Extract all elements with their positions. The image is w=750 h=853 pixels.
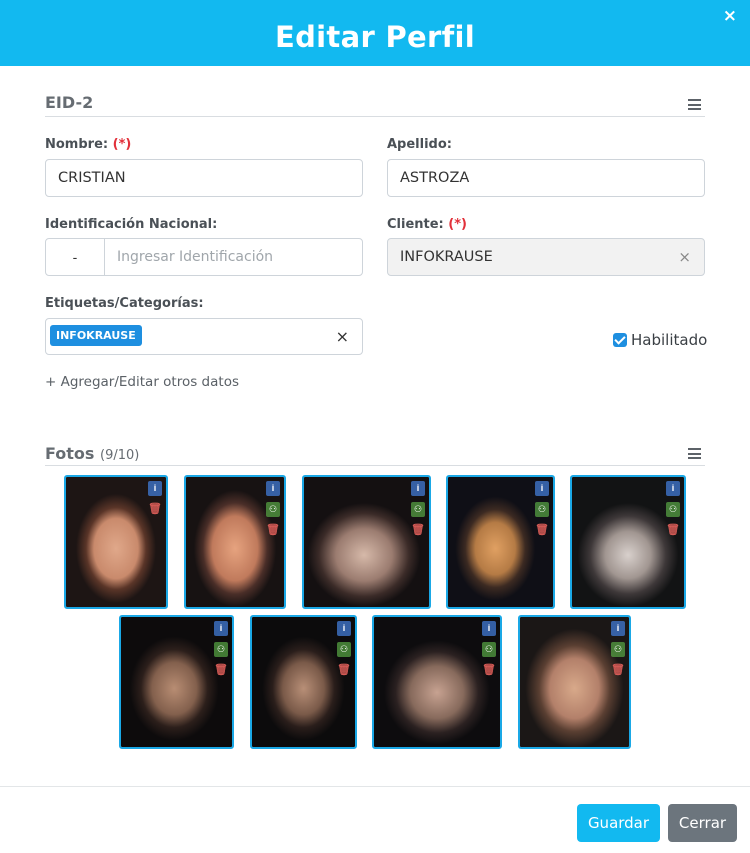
user-icon[interactable]: ⚇ — [266, 502, 280, 517]
tag-chip[interactable]: INFOKRAUSE — [50, 325, 142, 346]
trash-icon[interactable]: 🗑 — [411, 523, 425, 538]
cliente-value: INFOKRAUSE — [400, 249, 493, 265]
identificacion-group: - — [45, 238, 363, 276]
apellido-label: Apellido: — [387, 137, 452, 152]
habilitado-label: Habilitado — [631, 331, 708, 349]
photo-1[interactable]: i 🗑 — [64, 475, 168, 609]
info-icon[interactable]: i — [411, 481, 425, 496]
user-icon[interactable]: ⚇ — [611, 642, 625, 657]
info-icon[interactable]: i — [482, 621, 496, 636]
photos-count: (9/10) — [100, 448, 140, 463]
modal-header: Editar Perfil × — [0, 0, 750, 66]
etiquetas-field[interactable]: INFOKRAUSE × — [45, 318, 363, 355]
user-icon[interactable]: ⚇ — [214, 642, 228, 657]
trash-icon[interactable]: 🗑 — [214, 663, 228, 678]
user-icon[interactable]: ⚇ — [482, 642, 496, 657]
save-button[interactable]: Guardar — [577, 804, 660, 842]
add-edit-data-link[interactable]: + Agregar/Editar otros datos — [45, 374, 239, 390]
checkbox-checked-icon — [613, 333, 627, 347]
user-icon[interactable]: ⚇ — [337, 642, 351, 657]
modal-footer: Guardar Cerrar — [0, 786, 750, 853]
cliente-select[interactable]: INFOKRAUSE × — [387, 238, 705, 276]
trash-icon[interactable]: 🗑 — [611, 663, 625, 678]
info-icon[interactable]: i — [611, 621, 625, 636]
clear-icon[interactable]: × — [678, 239, 691, 275]
profile-section-header: EID-2 — [45, 92, 705, 117]
info-icon[interactable]: i — [535, 481, 549, 496]
apellido-field[interactable]: ASTROZA — [387, 159, 705, 197]
trash-icon[interactable]: 🗑 — [148, 502, 162, 517]
photo-2[interactable]: i ⚇ 🗑 — [184, 475, 286, 609]
nombre-field[interactable]: CRISTIAN — [45, 159, 363, 197]
etiquetas-label: Etiquetas/Categorías: — [45, 296, 204, 311]
identificacion-input[interactable] — [105, 239, 362, 275]
modal-title: Editar Perfil — [275, 20, 475, 54]
identificacion-label: Identificación Nacional: — [45, 217, 218, 232]
photo-3[interactable]: i ⚇ 🗑 — [302, 475, 431, 609]
profile-section-title: EID-2 — [45, 93, 94, 112]
hamburger-icon[interactable] — [688, 448, 701, 459]
user-icon[interactable]: ⚇ — [535, 502, 549, 517]
apellido-value: ASTROZA — [400, 170, 470, 186]
photo-5[interactable]: i ⚇ 🗑 — [570, 475, 686, 609]
info-icon[interactable]: i — [666, 481, 680, 496]
user-icon[interactable]: ⚇ — [666, 502, 680, 517]
trash-icon[interactable]: 🗑 — [535, 523, 549, 538]
required-marker: (*) — [112, 137, 132, 152]
hamburger-icon[interactable] — [688, 99, 701, 110]
trash-icon[interactable]: 🗑 — [266, 523, 280, 538]
photos-section-header: Fotos (9/10) — [45, 443, 705, 466]
nombre-value: CRISTIAN — [58, 170, 126, 186]
user-icon[interactable]: ⚇ — [411, 502, 425, 517]
photo-7[interactable]: i ⚇ 🗑 — [250, 615, 357, 749]
close-icon[interactable]: × — [723, 6, 737, 26]
info-icon[interactable]: i — [214, 621, 228, 636]
photos-section-title: Fotos (9/10) — [45, 444, 140, 463]
info-icon[interactable]: i — [337, 621, 351, 636]
photo-8[interactable]: i ⚇ 🗑 — [372, 615, 502, 749]
photo-4[interactable]: i ⚇ 🗑 — [446, 475, 555, 609]
close-button[interactable]: Cerrar — [668, 804, 737, 842]
cliente-label: Cliente: (*) — [387, 217, 467, 232]
nombre-label: Nombre: (*) — [45, 137, 132, 152]
trash-icon[interactable]: 🗑 — [666, 523, 680, 538]
info-icon[interactable]: i — [148, 481, 162, 496]
required-marker: (*) — [448, 217, 467, 232]
photo-9[interactable]: i ⚇ 🗑 — [518, 615, 631, 749]
clear-icon[interactable]: × — [336, 319, 349, 355]
trash-icon[interactable]: 🗑 — [482, 663, 496, 678]
photo-6[interactable]: i ⚇ 🗑 — [119, 615, 234, 749]
identificacion-prefix-select[interactable]: - — [46, 239, 105, 275]
trash-icon[interactable]: 🗑 — [337, 663, 351, 678]
info-icon[interactable]: i — [266, 481, 280, 496]
